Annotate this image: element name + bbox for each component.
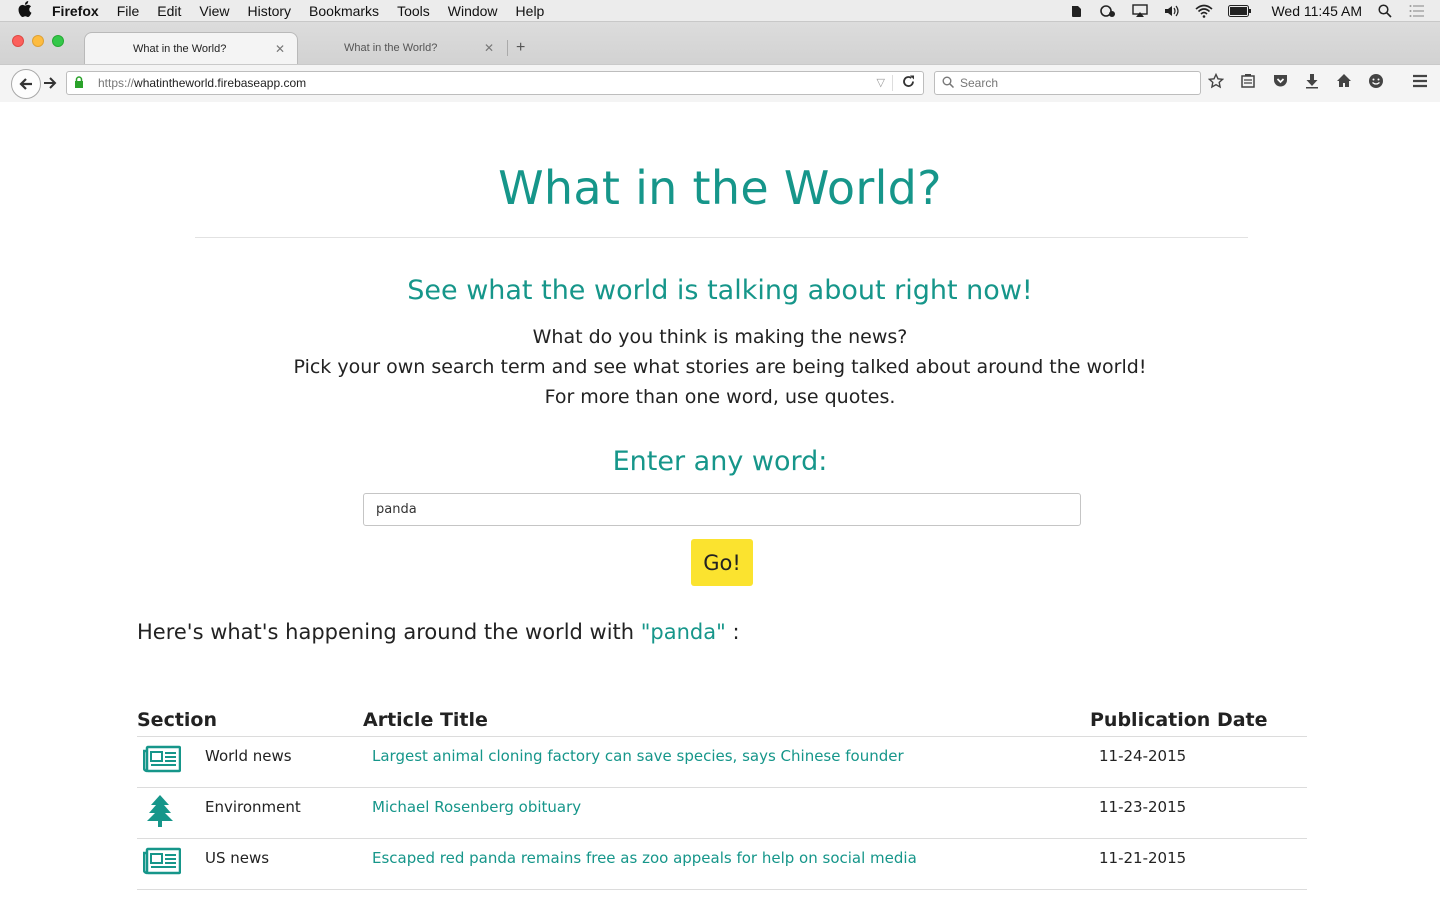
- tab-separator: [507, 40, 508, 56]
- column-header-section: Section: [137, 709, 218, 731]
- sync-icon[interactable]: [1099, 4, 1117, 18]
- menu-bar-status-area: Wed 11:45 AM: [1067, 0, 1426, 22]
- notification-center-icon[interactable]: [1408, 4, 1426, 18]
- close-tab-icon[interactable]: ✕: [273, 42, 287, 56]
- apple-menu-icon[interactable]: [18, 0, 38, 21]
- macos-menu-bar: Firefox File Edit View History Bookmarks…: [0, 0, 1440, 22]
- lock-icon[interactable]: [74, 75, 86, 91]
- table-row: US news Escaped red panda remains free a…: [137, 839, 1307, 890]
- downloads-icon[interactable]: [1302, 73, 1322, 93]
- newspaper-icon: [142, 847, 183, 877]
- site-title: What in the World?: [498, 161, 942, 215]
- newspaper-icon: [142, 745, 183, 775]
- intro-line: Pick your own search term and see what s…: [293, 356, 1147, 378]
- close-window-button[interactable]: [12, 35, 24, 47]
- tab-active[interactable]: What in the World? ✕: [84, 32, 298, 64]
- tab-title: What in the World?: [133, 42, 227, 55]
- url-bar[interactable]: https://whatintheworld.firebaseapp.com ▽: [66, 71, 924, 95]
- intro-line: For more than one word, use quotes.: [544, 386, 896, 408]
- navigation-toolbar: https://whatintheworld.firebaseapp.com ▽…: [0, 64, 1440, 102]
- menu-edit[interactable]: Edit: [157, 3, 181, 19]
- url-host: whatintheworld.firebaseapp.com: [134, 76, 307, 90]
- menu-help[interactable]: Help: [516, 3, 545, 19]
- row-publication-date: 11-21-2015: [1099, 849, 1187, 867]
- row-section: World news: [205, 747, 292, 765]
- reload-icon[interactable]: [902, 75, 915, 91]
- intro-text: What do you think is making the news? Pi…: [0, 322, 1440, 412]
- tab-inactive[interactable]: What in the World? ✕: [300, 32, 506, 64]
- open-menu-icon[interactable]: [1412, 73, 1428, 93]
- menu-tools[interactable]: Tools: [397, 3, 430, 19]
- minimize-window-button[interactable]: [32, 35, 44, 47]
- column-header-article-title: Article Title: [363, 709, 488, 731]
- back-button[interactable]: [11, 69, 41, 99]
- wifi-icon[interactable]: [1195, 4, 1213, 18]
- pocket-icon[interactable]: [1270, 73, 1290, 93]
- volume-icon[interactable]: [1163, 4, 1181, 18]
- forward-button[interactable]: [43, 76, 57, 94]
- hello-chat-icon[interactable]: [1366, 73, 1386, 93]
- bookmark-star-icon[interactable]: [1206, 72, 1226, 93]
- go-button[interactable]: Go!: [691, 539, 753, 586]
- search-term-input[interactable]: [363, 493, 1081, 526]
- bookmarks-menu-icon[interactable]: [1238, 73, 1258, 93]
- tab-strip: What in the World? ✕ What in the World? …: [0, 22, 1440, 64]
- menu-file[interactable]: File: [117, 3, 140, 19]
- menu-bar-clock[interactable]: Wed 11:45 AM: [1271, 3, 1362, 19]
- battery-icon[interactable]: [1227, 4, 1253, 18]
- table-row: World news Largest animal cloning factor…: [137, 737, 1307, 788]
- url-protocol: https://: [98, 76, 135, 90]
- url-text: https://whatintheworld.firebaseapp.com: [98, 76, 306, 90]
- column-header-publication-date: Publication Date: [1090, 709, 1268, 731]
- title-divider: [195, 237, 1248, 238]
- enter-word-label: Enter any word:: [612, 446, 828, 477]
- browser-chrome: What in the World? ✕ What in the World? …: [0, 22, 1440, 102]
- url-reload-separator: [892, 75, 893, 91]
- article-title-link[interactable]: Escaped red panda remains free as zoo ap…: [372, 849, 917, 867]
- evernote-icon[interactable]: [1067, 4, 1085, 18]
- home-icon[interactable]: [1334, 73, 1354, 93]
- results-search-term: "panda": [640, 620, 726, 644]
- url-history-dropdown-icon[interactable]: ▽: [877, 76, 885, 89]
- zoom-window-button[interactable]: [52, 35, 64, 47]
- tree-icon: [143, 795, 183, 827]
- search-placeholder: Search: [960, 76, 999, 90]
- results-heading-prefix: Here's what's happening around the world…: [137, 620, 641, 644]
- close-tab-icon[interactable]: ✕: [482, 41, 496, 55]
- row-publication-date: 11-24-2015: [1099, 747, 1187, 765]
- toolbar-icons: [1206, 72, 1386, 93]
- menu-history[interactable]: History: [247, 3, 291, 19]
- results-heading: Here's what's happening around the world…: [137, 620, 740, 644]
- menu-bookmarks[interactable]: Bookmarks: [309, 3, 379, 19]
- intro-line: What do you think is making the news?: [532, 326, 908, 348]
- menu-view[interactable]: View: [199, 3, 229, 19]
- row-section: Environment: [205, 798, 301, 816]
- spotlight-search-icon[interactable]: [1376, 4, 1394, 18]
- tagline: See what the world is talking about righ…: [407, 275, 1033, 306]
- menu-window[interactable]: Window: [448, 3, 498, 19]
- search-icon: [942, 76, 955, 91]
- page-content: What in the World? See what the world is…: [0, 103, 1440, 900]
- airplay-icon[interactable]: [1131, 4, 1149, 18]
- tab-title: What in the World?: [344, 42, 438, 54]
- search-bar[interactable]: Search: [934, 71, 1201, 95]
- table-row: Environment Michael Rosenberg obituary 1…: [137, 788, 1307, 839]
- row-section: US news: [205, 849, 270, 867]
- results-heading-suffix: :: [725, 620, 740, 644]
- row-publication-date: 11-23-2015: [1099, 798, 1187, 816]
- new-tab-icon[interactable]: +: [516, 39, 525, 57]
- article-title-link[interactable]: Michael Rosenberg obituary: [372, 798, 581, 816]
- menu-app-name[interactable]: Firefox: [52, 3, 99, 19]
- article-title-link[interactable]: Largest animal cloning factory can save …: [372, 747, 904, 765]
